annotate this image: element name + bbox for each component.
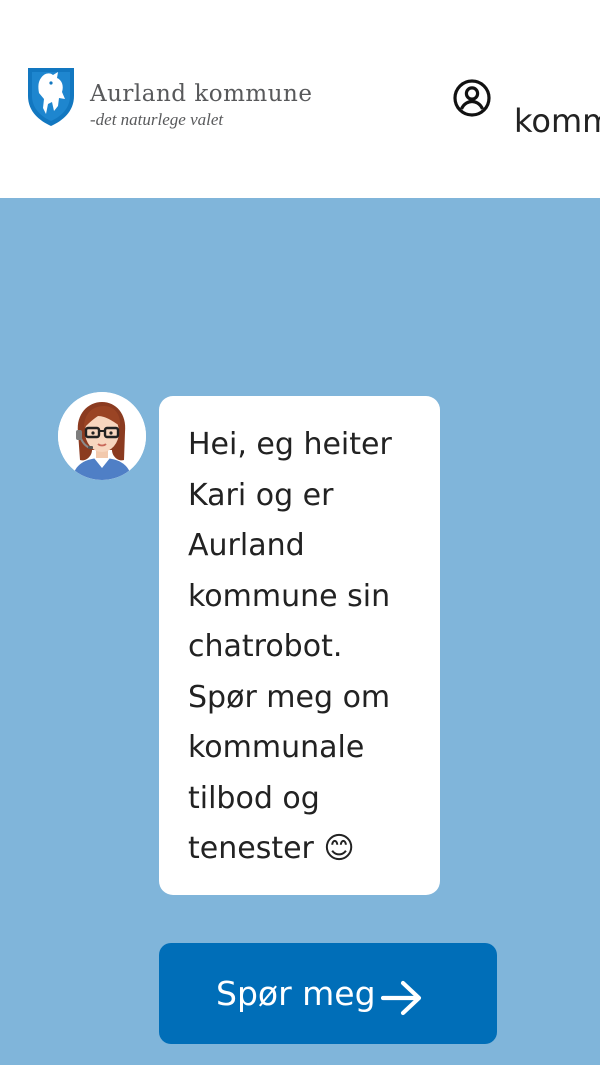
home-logo-link[interactable]: Aurland kommune -det naturlege valet bbox=[26, 66, 326, 132]
page: Aurland kommune -det naturlege valet kom… bbox=[0, 0, 600, 1065]
site-header: Aurland kommune -det naturlege valet kom… bbox=[0, 0, 600, 198]
ask-me-button[interactable]: Spør meg bbox=[159, 943, 497, 1044]
brand-name: Aurland kommune bbox=[90, 81, 313, 107]
chatbot-avatar-icon bbox=[58, 392, 146, 480]
chatbot-avatar bbox=[58, 392, 146, 480]
brand-tagline: -det naturlege valet bbox=[90, 110, 224, 129]
login-link[interactable]: kommune bbox=[452, 78, 600, 138]
coat-of-arms-goat-icon bbox=[28, 68, 74, 126]
chatbot-greeting-bubble: Hei, eg heiter Kari og er Aurland kommun… bbox=[159, 396, 440, 895]
user-circle-icon bbox=[453, 79, 491, 117]
greeting-text: Hei, eg heiter Kari og er Aurland kommun… bbox=[188, 427, 392, 866]
ask-me-label: Spør meg bbox=[216, 974, 376, 1013]
login-label: kommune bbox=[514, 102, 600, 138]
arrow-right-icon bbox=[381, 980, 422, 1016]
